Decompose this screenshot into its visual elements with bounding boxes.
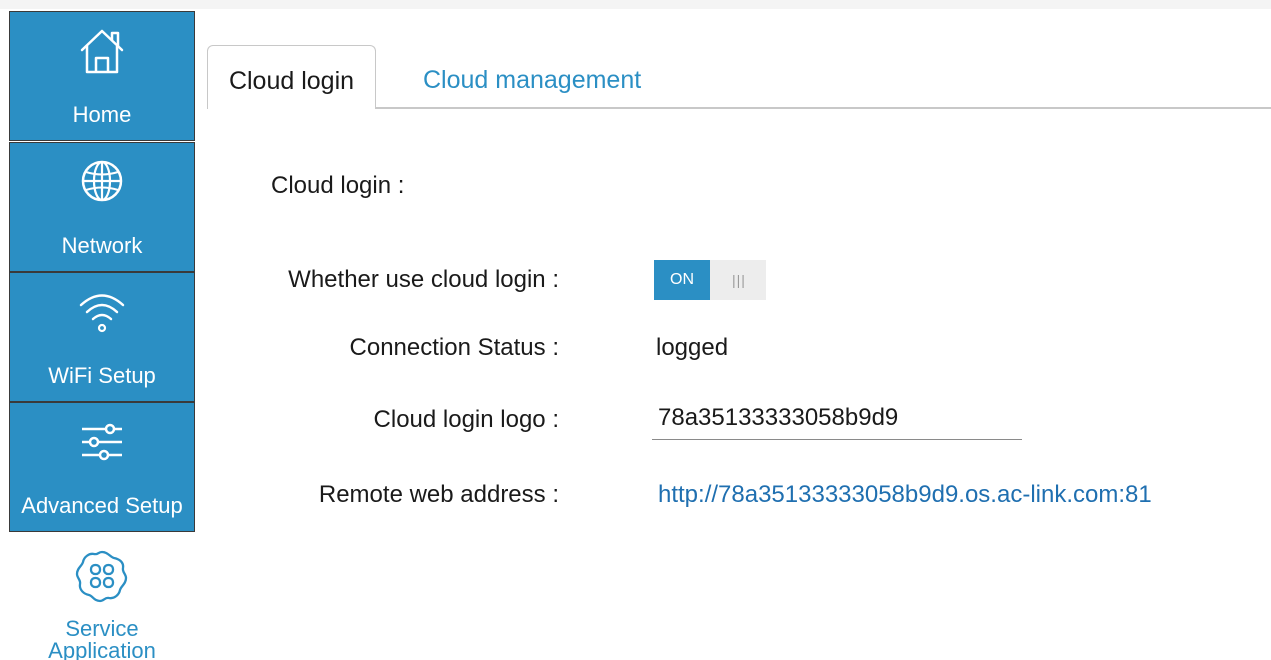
tab-cloud-management[interactable]: Cloud management xyxy=(423,45,641,109)
connection-status-label: Connection Status : xyxy=(349,334,559,361)
section-title: Cloud login : xyxy=(271,172,405,199)
toggle-on-label: ON xyxy=(654,260,710,300)
sliders-icon xyxy=(82,423,122,461)
sidebar-item-service-application[interactable]: Service Application xyxy=(9,532,195,660)
remote-web-address-label: Remote web address : xyxy=(318,481,559,508)
router-admin-page: Home Network WiFi Setup Advanced Setup S… xyxy=(0,0,1271,660)
home-icon xyxy=(80,29,124,74)
wifi-icon xyxy=(79,294,125,333)
sidebar-item-wifi-setup[interactable]: WiFi Setup xyxy=(9,272,195,402)
sidebar-item-wifi-setup-label: WiFi Setup xyxy=(48,363,156,388)
connection-status-value: logged xyxy=(656,334,729,361)
service-application-label-line2: Application xyxy=(48,638,156,660)
apps-icon xyxy=(75,550,128,603)
sidebar-item-home[interactable]: Home xyxy=(9,11,195,141)
sidebar-item-service-application-label: Service Application xyxy=(9,618,195,660)
sidebar-item-advanced-setup-label: Advanced Setup xyxy=(21,493,183,518)
toggle-grip-icon: ||| xyxy=(732,272,746,288)
tab-cloud-login[interactable]: Cloud login xyxy=(207,45,376,109)
cloud-login-logo-input[interactable] xyxy=(652,396,1022,440)
remote-web-address-link[interactable]: http://78a35133333058b9d9.os.ac-link.com… xyxy=(658,481,1152,509)
sidebar-item-home-label: Home xyxy=(72,102,132,127)
tab-bar: Cloud login Cloud management xyxy=(207,45,1271,109)
sidebar: Home Network WiFi Setup Advanced Setup S… xyxy=(9,11,195,660)
top-edge xyxy=(0,0,1271,9)
sidebar-item-network[interactable]: Network xyxy=(9,142,195,272)
sidebar-item-network-label: Network xyxy=(61,233,143,258)
cloud-login-toggle[interactable]: ON ||| xyxy=(654,260,766,300)
globe-icon xyxy=(81,160,123,202)
sidebar-item-advanced-setup[interactable]: Advanced Setup xyxy=(9,402,195,532)
use-cloud-login-label: Whether use cloud login : xyxy=(288,266,559,293)
cloud-login-logo-label: Cloud login logo : xyxy=(373,406,559,433)
